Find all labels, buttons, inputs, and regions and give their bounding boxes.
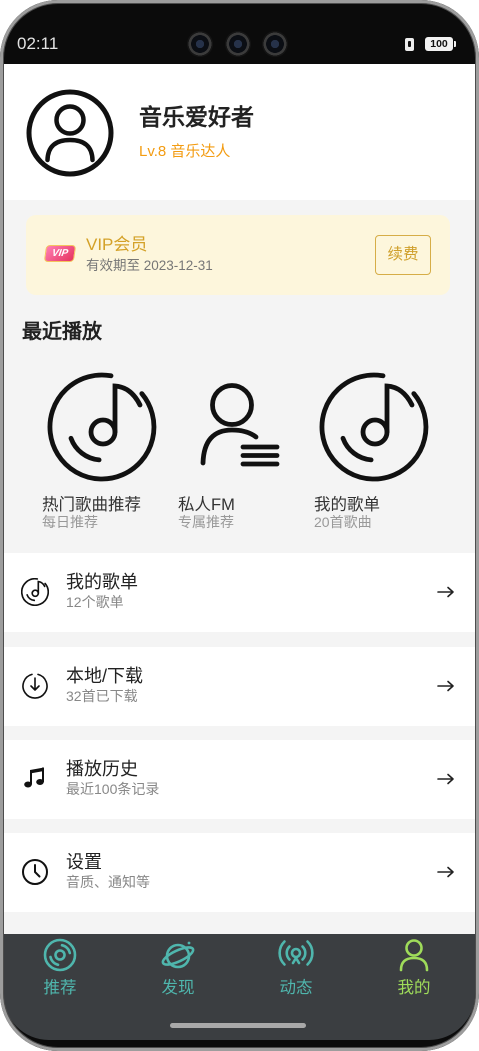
arrow-right-icon[interactable] [437, 773, 455, 785]
phone-screen: 02:11 100 音乐爱好者 Lv.8 音乐达人 VIP VIP会员 有效期至… [0, 0, 479, 1051]
menu-item-settings[interactable]: 设置 音质、通知等 [3, 833, 475, 912]
recent-item-subtitle: 每日推荐 [42, 514, 98, 530]
tab-label: 发现 [161, 979, 195, 997]
tab-mine[interactable]: 我的 [355, 934, 473, 1006]
recent-item-title[interactable]: 我的歌单 [314, 495, 380, 515]
home-indicator[interactable] [170, 1023, 306, 1028]
menu-item-title: 我的歌单 [66, 572, 138, 592]
recent-heading: 最近播放 [22, 321, 102, 343]
status-time: 02:11 [17, 34, 59, 53]
arrow-right-icon[interactable] [437, 586, 455, 598]
clock-icon [22, 859, 48, 885]
user-icon [399, 939, 429, 972]
music-note-icon [24, 767, 44, 788]
camera-lens-icon [225, 31, 251, 57]
arrow-right-icon[interactable] [437, 866, 455, 878]
menu-item-title: 本地/下载 [66, 666, 144, 686]
vip-expiry: 有效期至 2023-12-31 [86, 258, 213, 273]
broadcast-icon [278, 940, 314, 966]
tab-discover[interactable]: 发现 [119, 934, 237, 1006]
battery-nub [454, 41, 456, 47]
bottom-tab-bar: 推荐 发现 动态 我的 [3, 934, 475, 1040]
recent-item-title[interactable]: 热门歌曲推荐 [42, 495, 141, 515]
camera-lens-icon [262, 31, 288, 57]
menu-item-subtitle: 12个歌单 [66, 594, 124, 610]
menu-item-my-playlists[interactable]: 我的歌单 12个歌单 [3, 553, 475, 632]
recent-item-subtitle: 20首歌曲 [314, 514, 372, 530]
disc-icon[interactable] [47, 372, 157, 482]
disc-icon [21, 578, 49, 606]
recent-item-subtitle: 专属推荐 [178, 514, 234, 530]
arrow-right-icon[interactable] [437, 680, 455, 692]
profile-level: Lv.8 音乐达人 [139, 143, 231, 160]
tab-label: 动态 [279, 979, 313, 997]
user-avatar-icon[interactable] [26, 89, 114, 177]
battery-indicator: 100 [425, 37, 453, 51]
menu-item-subtitle: 32首已下载 [66, 688, 138, 704]
menu-item-subtitle: 最近100条记录 [66, 781, 160, 797]
menu-item-subtitle: 音质、通知等 [66, 874, 150, 890]
tab-label: 推荐 [43, 979, 77, 997]
user-list-icon[interactable] [195, 380, 285, 470]
disc-icon[interactable] [319, 372, 429, 482]
tab-recommend[interactable]: 推荐 [1, 934, 119, 1006]
recent-item-title[interactable]: 私人FM [178, 495, 235, 515]
download-icon [22, 673, 48, 699]
camera-lens-icon [187, 31, 213, 57]
planet-icon [161, 941, 195, 969]
renew-button[interactable]: 续费 [375, 235, 431, 275]
menu-item-play-history[interactable]: 播放历史 最近100条记录 [3, 740, 475, 819]
menu-item-title: 设置 [66, 852, 102, 872]
sim-icon [405, 38, 414, 51]
menu-item-title: 播放历史 [66, 759, 138, 779]
profile-name: 音乐爱好者 [139, 104, 254, 130]
disc-icon [43, 938, 77, 972]
vip-title: VIP会员 [86, 235, 148, 254]
tab-label: 我的 [397, 979, 431, 997]
menu-item-local-downloads[interactable]: 本地/下载 32首已下载 [3, 647, 475, 726]
tab-feed[interactable]: 动态 [237, 934, 355, 1006]
vip-badge-icon: VIP [43, 245, 77, 262]
